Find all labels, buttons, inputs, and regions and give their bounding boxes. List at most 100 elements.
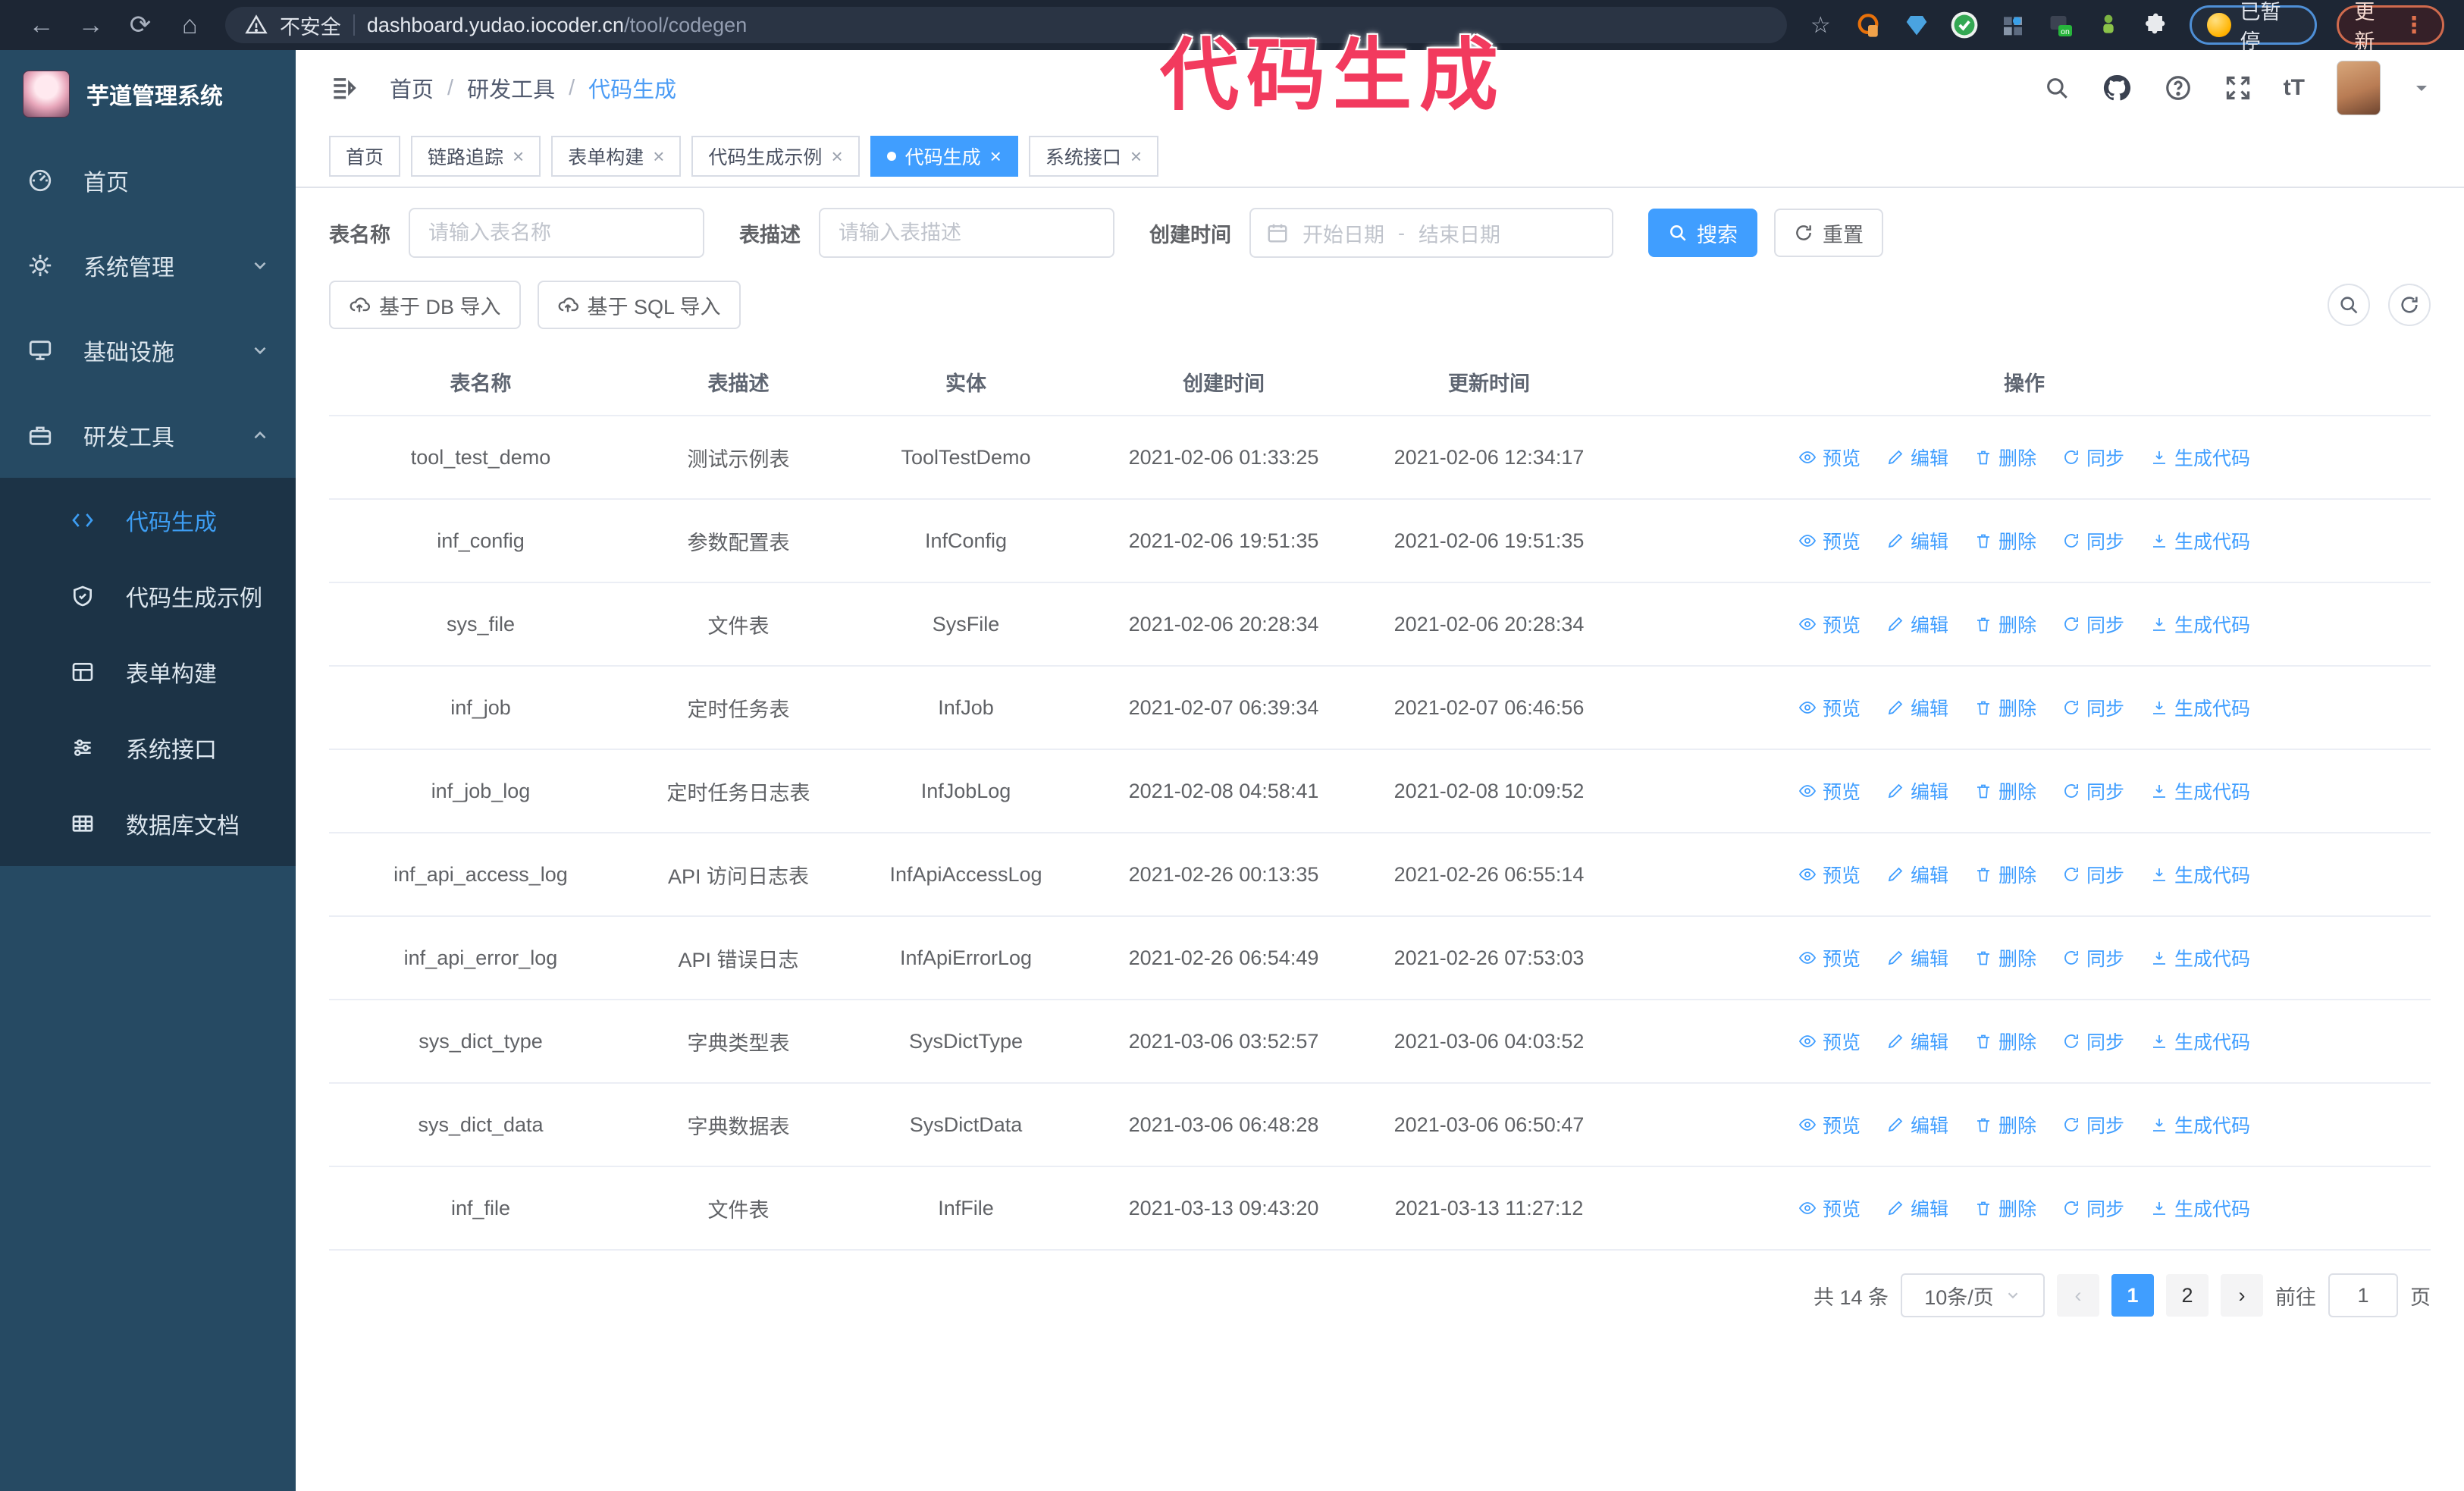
date-range-picker[interactable]: 开始日期 - 结束日期	[1249, 208, 1613, 258]
close-icon[interactable]: ×	[990, 146, 1002, 166]
sidebar-item-system-api[interactable]: 系统接口	[0, 710, 296, 786]
menu-dots-icon[interactable]: ⋮	[2403, 12, 2427, 39]
edit-button[interactable]: 编辑	[1886, 944, 1948, 972]
edit-button[interactable]: 编辑	[1886, 861, 1948, 888]
sync-button[interactable]: 同步	[2062, 1111, 2124, 1138]
generate-code-button[interactable]: 生成代码	[2150, 444, 2250, 471]
sync-button[interactable]: 同步	[2062, 1194, 2124, 1222]
tag-view-tab[interactable]: 系统接口 ×	[1028, 136, 1159, 177]
home-icon[interactable]: ⌂	[168, 7, 212, 43]
preview-button[interactable]: 预览	[1798, 1194, 1861, 1222]
collapse-menu-icon[interactable]	[329, 74, 358, 102]
preview-button[interactable]: 预览	[1798, 1028, 1861, 1055]
help-icon[interactable]	[2164, 74, 2193, 102]
page-size-select[interactable]: 10条/页	[1901, 1273, 2045, 1317]
preview-button[interactable]: 预览	[1798, 611, 1861, 638]
bookmark-star-icon[interactable]: ☆	[1807, 11, 1835, 39]
sync-button[interactable]: 同步	[2062, 944, 2124, 972]
extension-on-icon[interactable]: on	[2046, 11, 2074, 39]
sync-button[interactable]: 同步	[2062, 777, 2124, 805]
generate-code-button[interactable]: 生成代码	[2150, 527, 2250, 554]
sync-button[interactable]: 同步	[2062, 444, 2124, 471]
start-date-placeholder[interactable]: 开始日期	[1303, 218, 1384, 248]
edit-button[interactable]: 编辑	[1886, 1111, 1948, 1138]
generate-code-button[interactable]: 生成代码	[2150, 1111, 2250, 1138]
generate-code-button[interactable]: 生成代码	[2150, 1028, 2250, 1055]
extension-orange-icon[interactable]	[1854, 11, 1882, 39]
sidebar-item-devtools[interactable]: 研发工具	[0, 393, 296, 478]
delete-button[interactable]: 删除	[1974, 611, 2036, 638]
tag-view-tab[interactable]: 链路追踪 ×	[411, 136, 541, 177]
generate-code-button[interactable]: 生成代码	[2150, 1194, 2250, 1222]
table-desc-input[interactable]	[819, 208, 1114, 258]
sync-button[interactable]: 同步	[2062, 527, 2124, 554]
refresh-table-icon[interactable]	[2388, 284, 2431, 326]
preview-button[interactable]: 预览	[1798, 444, 1861, 471]
edit-button[interactable]: 编辑	[1886, 444, 1948, 471]
sync-button[interactable]: 同步	[2062, 861, 2124, 888]
preview-button[interactable]: 预览	[1798, 861, 1861, 888]
address-bar[interactable]: 不安全 dashboard.yudao.iocoder.cn/tool/code…	[224, 7, 1787, 43]
close-icon[interactable]: ×	[513, 146, 524, 166]
edit-button[interactable]: 编辑	[1886, 611, 1948, 638]
generate-code-button[interactable]: 生成代码	[2150, 777, 2250, 805]
tag-view-tab[interactable]: 首页 ×	[329, 136, 401, 177]
preview-button[interactable]: 预览	[1798, 694, 1861, 721]
search-icon[interactable]	[2044, 75, 2070, 101]
browser-update-pill[interactable]: 更新 ⋮	[2337, 1, 2444, 53]
tag-view-tab[interactable]: 代码生成 ×	[870, 136, 1018, 177]
edit-button[interactable]: 编辑	[1886, 527, 1948, 554]
sidebar-item-system[interactable]: 系统管理	[0, 223, 296, 308]
sync-button[interactable]: 同步	[2062, 694, 2124, 721]
import-db-button[interactable]: 基于 DB 导入	[329, 281, 521, 329]
sidebar-item-home[interactable]: 首页	[0, 138, 296, 223]
extension-bot-icon[interactable]	[2094, 11, 2122, 39]
delete-button[interactable]: 删除	[1974, 527, 2036, 554]
sidebar-item-codegen[interactable]: 代码生成	[0, 482, 296, 558]
edit-button[interactable]: 编辑	[1886, 1028, 1948, 1055]
edit-button[interactable]: 编辑	[1886, 694, 1948, 721]
generate-code-button[interactable]: 生成代码	[2150, 861, 2250, 888]
github-icon[interactable]	[2102, 73, 2132, 103]
sidebar-item-infra[interactable]: 基础设施	[0, 308, 296, 393]
preview-button[interactable]: 预览	[1798, 777, 1861, 805]
page-number-button[interactable]: 2	[2166, 1274, 2209, 1317]
profile-paused-pill[interactable]: 已暂停	[2190, 1, 2318, 53]
preview-button[interactable]: 预览	[1798, 527, 1861, 554]
tag-view-tab[interactable]: 代码生成示例 ×	[691, 136, 860, 177]
tag-view-tab[interactable]: 表单构建 ×	[551, 136, 682, 177]
preview-button[interactable]: 预览	[1798, 944, 1861, 972]
breadcrumb-devtools[interactable]: 研发工具	[467, 72, 555, 104]
back-icon[interactable]: ←	[20, 7, 63, 43]
delete-button[interactable]: 删除	[1974, 1028, 2036, 1055]
forward-icon[interactable]: →	[69, 7, 112, 43]
generate-code-button[interactable]: 生成代码	[2150, 611, 2250, 638]
delete-button[interactable]: 删除	[1974, 777, 2036, 805]
delete-button[interactable]: 删除	[1974, 444, 2036, 471]
sidebar-item-codegen-example[interactable]: 代码生成示例	[0, 558, 296, 634]
fullscreen-icon[interactable]	[2224, 74, 2252, 102]
sync-button[interactable]: 同步	[2062, 611, 2124, 638]
extension-grid-icon[interactable]	[1998, 11, 2027, 39]
page-number-button[interactable]: 1	[2111, 1274, 2154, 1317]
goto-page-input[interactable]	[2328, 1273, 2398, 1317]
sidebar-item-form-builder[interactable]: 表单构建	[0, 634, 296, 710]
chevron-down-icon[interactable]	[2412, 79, 2431, 97]
edit-button[interactable]: 编辑	[1886, 1194, 1948, 1222]
table-name-input[interactable]	[409, 208, 704, 258]
delete-button[interactable]: 删除	[1974, 694, 2036, 721]
extension-check-badge-icon[interactable]	[1950, 11, 1979, 39]
font-size-icon[interactable]: tT	[2284, 75, 2305, 101]
toggle-search-icon[interactable]	[2328, 284, 2370, 326]
extension-gem-icon[interactable]	[1902, 11, 1930, 39]
preview-button[interactable]: 预览	[1798, 1111, 1861, 1138]
generate-code-button[interactable]: 生成代码	[2150, 944, 2250, 972]
app-logo-row[interactable]: 芋道管理系统	[0, 50, 296, 138]
delete-button[interactable]: 删除	[1974, 1111, 2036, 1138]
user-avatar[interactable]	[2337, 61, 2381, 115]
end-date-placeholder[interactable]: 结束日期	[1419, 218, 1500, 248]
reload-icon[interactable]: ⟳	[118, 7, 161, 43]
import-sql-button[interactable]: 基于 SQL 导入	[537, 281, 741, 329]
delete-button[interactable]: 删除	[1974, 1194, 2036, 1222]
search-button[interactable]: 搜索	[1648, 209, 1757, 257]
